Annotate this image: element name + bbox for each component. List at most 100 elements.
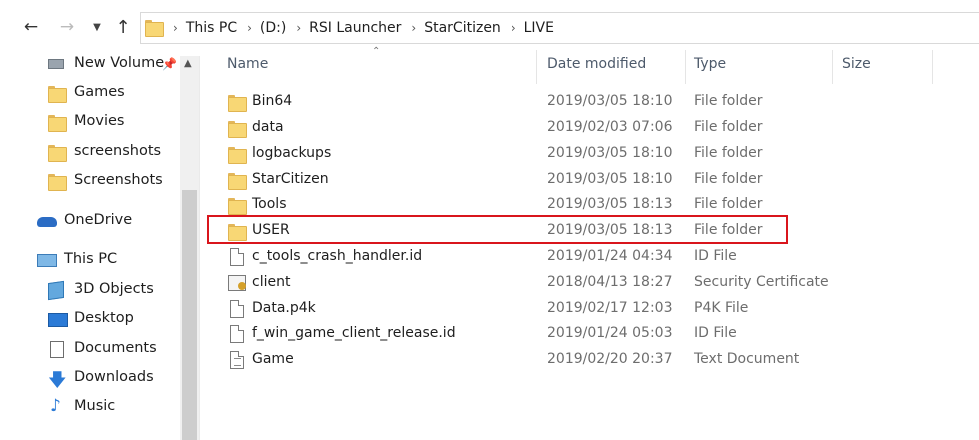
- breadcrumb-separator[interactable]: ›: [411, 21, 416, 35]
- file-type: ID File: [694, 248, 737, 264]
- documents-icon: [50, 341, 64, 358]
- back-button[interactable]: ←: [20, 14, 42, 40]
- sort-ascending-icon: ⌃: [372, 46, 381, 57]
- forward-button[interactable]: →: [56, 14, 78, 40]
- file-date: 2018/04/13 18:27: [547, 274, 673, 290]
- column-divider[interactable]: [832, 50, 833, 84]
- breadcrumb-separator[interactable]: ›: [247, 21, 252, 35]
- file-row-client[interactable]: client 2018/04/13 18:27 Security Certifi…: [208, 270, 979, 296]
- file-row-starcitizen[interactable]: StarCitizen 2019/03/05 18:10 File folder: [208, 167, 979, 193]
- file-type: ID File: [694, 325, 737, 341]
- recent-locations-button[interactable]: ▼: [86, 14, 108, 40]
- sidebar-item-label: New Volume: [74, 55, 165, 71]
- sidebar-item-desktop[interactable]: Desktop: [0, 306, 180, 334]
- breadcrumb-separator[interactable]: ›: [511, 21, 516, 35]
- file-icon: [228, 300, 246, 318]
- cloud-icon: [37, 217, 57, 227]
- sidebar-scrollbar[interactable]: ▲: [180, 56, 199, 440]
- sidebar-item-music[interactable]: ♪ Music: [0, 394, 180, 422]
- file-date: 2019/03/05 18:10: [547, 171, 673, 187]
- column-header-name[interactable]: Name: [227, 56, 268, 72]
- file-type: File folder: [694, 145, 763, 161]
- folder-icon: [48, 86, 68, 104]
- download-icon: 🡇: [48, 370, 67, 391]
- folder-icon: [228, 93, 247, 112]
- sidebar-item-3d-objects[interactable]: 3D Objects: [0, 277, 180, 305]
- pane-divider[interactable]: [199, 56, 200, 440]
- sidebar-item-this-pc[interactable]: This PC: [0, 247, 180, 275]
- pin-icon: 📌: [162, 57, 177, 71]
- file-row-logbackups[interactable]: logbackups 2019/03/05 18:10 File folder: [208, 141, 979, 167]
- sidebar-item-movies[interactable]: Movies: [0, 109, 180, 137]
- breadcrumb-separator[interactable]: ›: [173, 21, 178, 35]
- file-date: 2019/03/05 18:10: [547, 93, 673, 109]
- breadcrumb-live[interactable]: LIVE: [524, 20, 554, 36]
- scroll-up-icon[interactable]: ▲: [184, 58, 192, 69]
- file-name: c_tools_crash_handler.id: [252, 248, 423, 264]
- address-bar[interactable]: › This PC › (D:) › RSI Launcher › StarCi…: [140, 12, 979, 44]
- drive-icon: [48, 59, 64, 69]
- file-type: File folder: [694, 93, 763, 109]
- file-row-c-tools-crash-handler[interactable]: c_tools_crash_handler.id 2019/01/24 04:3…: [208, 244, 979, 270]
- cube-icon: [48, 280, 64, 301]
- arrow-left-icon: ←: [23, 17, 39, 37]
- music-icon: ♪: [50, 396, 61, 416]
- file-date: 2019/03/05 18:10: [547, 145, 673, 161]
- file-date: 2019/02/20 20:37: [547, 351, 673, 367]
- file-name: client: [252, 274, 291, 290]
- sidebar-item-label: Desktop: [74, 310, 134, 326]
- sidebar-item-screenshots[interactable]: Screenshots: [0, 168, 180, 196]
- column-divider[interactable]: [932, 50, 933, 84]
- file-date: 2019/02/17 12:03: [547, 300, 673, 316]
- file-row-game[interactable]: Game 2019/02/20 20:37 Text Document: [208, 347, 979, 373]
- file-name: data: [252, 119, 284, 135]
- highlight-box: [207, 215, 788, 244]
- up-button[interactable]: ↑: [112, 14, 134, 40]
- file-name: f_win_game_client_release.id: [252, 325, 456, 341]
- breadcrumb-rsi-launcher[interactable]: RSI Launcher: [309, 20, 401, 36]
- file-row-data-p4k[interactable]: Data.p4k 2019/02/17 12:03 P4K File: [208, 296, 979, 322]
- sidebar-item-games[interactable]: Games: [0, 80, 180, 108]
- sidebar-item-label: Games: [74, 84, 125, 100]
- sidebar-item-label: Music: [74, 398, 116, 414]
- file-date: 2019/01/24 04:34: [547, 248, 673, 264]
- sidebar-item-label: Screenshots: [74, 172, 163, 188]
- sidebar-item-label: This PC: [64, 251, 118, 267]
- sidebar-item-downloads[interactable]: 🡇 Downloads: [0, 365, 180, 393]
- breadcrumb-drive[interactable]: (D:): [260, 20, 286, 36]
- sidebar-item-label: Documents: [74, 340, 157, 356]
- column-header-size[interactable]: Size: [842, 56, 871, 72]
- sidebar-item-label: Downloads: [74, 369, 154, 385]
- navigation-pane: New Volume 📌 Games Movies screenshots Sc…: [0, 55, 200, 440]
- sidebar-item-documents[interactable]: Documents: [0, 336, 180, 364]
- breadcrumb-starcitizen[interactable]: StarCitizen: [424, 20, 501, 36]
- file-row-bin64[interactable]: Bin64 2019/03/05 18:10 File folder: [208, 89, 979, 115]
- file-row-data[interactable]: data 2019/02/03 07:06 File folder: [208, 115, 979, 141]
- breadcrumb-this-pc[interactable]: This PC: [186, 20, 237, 36]
- sidebar-item-screenshots-lower[interactable]: screenshots: [0, 139, 180, 167]
- sidebar-item-label: screenshots: [74, 143, 162, 159]
- folder-icon: [145, 20, 164, 37]
- breadcrumb-separator[interactable]: ›: [296, 21, 301, 35]
- folder-icon: [228, 119, 247, 138]
- file-icon: [228, 248, 246, 266]
- column-header-row: ⌃ Name Date modified Type Size: [200, 44, 979, 86]
- column-header-date-modified[interactable]: Date modified: [547, 56, 646, 72]
- computer-icon: [37, 254, 57, 267]
- sidebar-item-onedrive[interactable]: OneDrive: [0, 208, 180, 236]
- scrollbar-thumb[interactable]: [182, 190, 197, 440]
- sidebar-item-new-volume[interactable]: New Volume 📌: [0, 51, 180, 79]
- file-name: Bin64: [252, 93, 293, 109]
- file-type: File folder: [694, 119, 763, 135]
- column-divider[interactable]: [536, 50, 537, 84]
- sidebar-item-label: 3D Objects: [74, 281, 154, 297]
- column-header-type[interactable]: Type: [694, 56, 726, 72]
- folder-icon: [48, 174, 68, 192]
- file-name: Data.p4k: [252, 300, 316, 316]
- chevron-down-icon: ▼: [93, 21, 101, 33]
- column-divider[interactable]: [685, 50, 686, 84]
- file-row-f-win-game-client-release[interactable]: f_win_game_client_release.id 2019/01/24 …: [208, 321, 979, 347]
- certificate-icon: [228, 274, 246, 292]
- text-document-icon: [228, 351, 246, 369]
- folder-icon: [228, 171, 247, 190]
